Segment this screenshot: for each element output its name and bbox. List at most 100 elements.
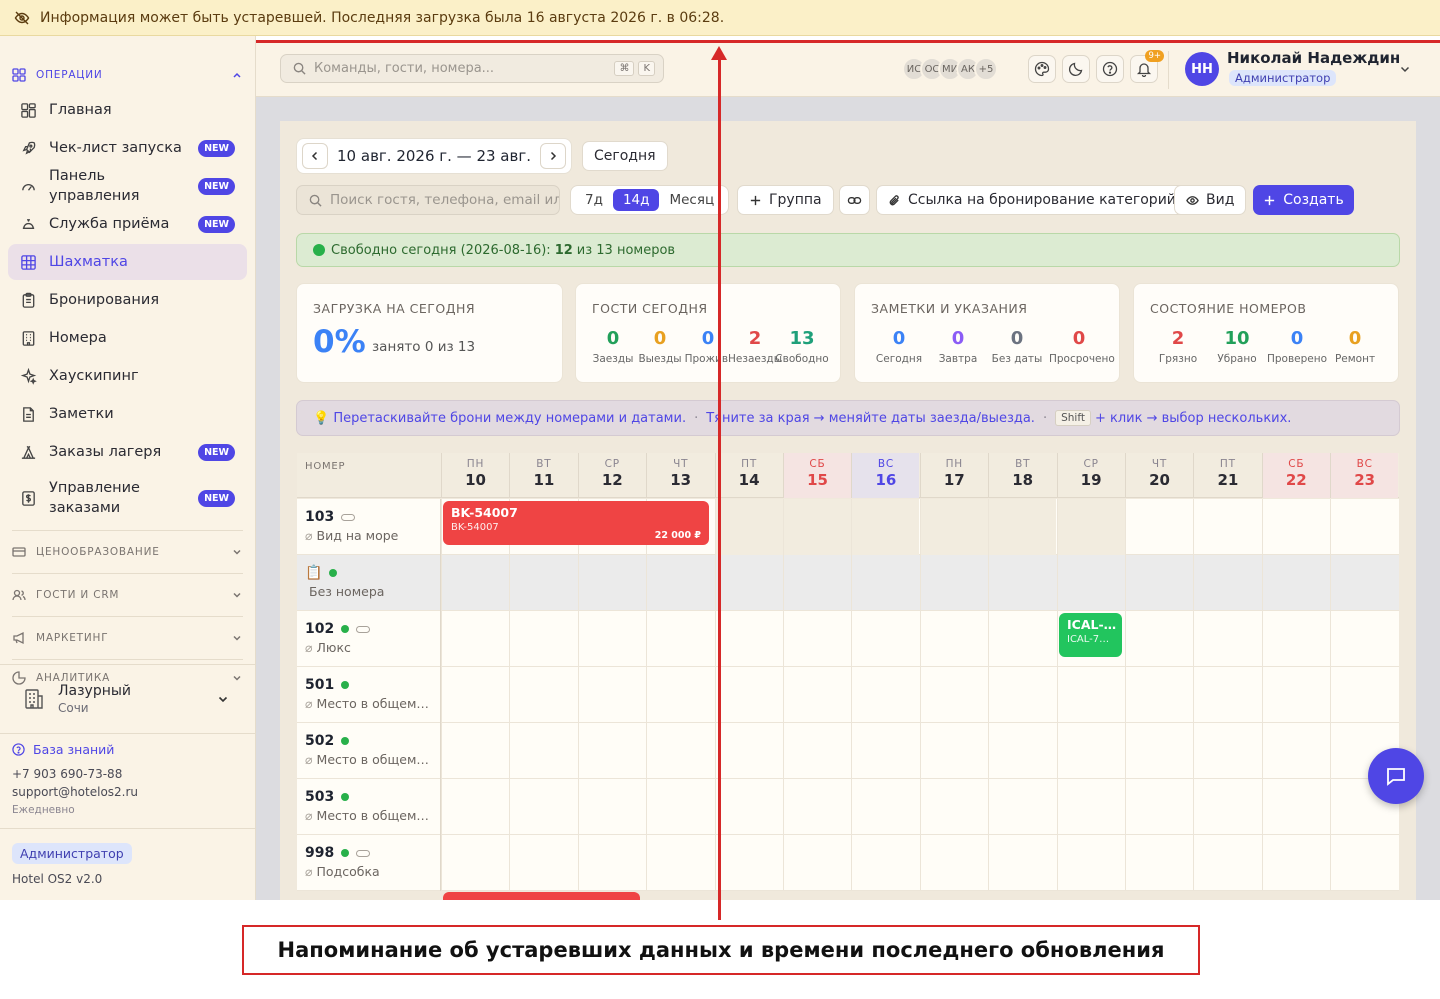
- chevron-down-icon[interactable]: [1399, 63, 1411, 75]
- grid-cell[interactable]: [1261, 667, 1330, 723]
- online-users[interactable]: ИС ОС МИ АК +5: [902, 57, 998, 81]
- grid-cell[interactable]: [783, 779, 851, 835]
- grid-cell[interactable]: [851, 667, 919, 723]
- grid-cell[interactable]: [509, 611, 577, 667]
- booking-bar[interactable]: BK-54007 BK-54007 22 000 ₽: [443, 501, 709, 545]
- section-guests[interactable]: ГОСТИ И CRM: [0, 580, 255, 610]
- grid-cell[interactable]: [988, 667, 1056, 723]
- booking-bar[interactable]: ICAL-… ICAL-7…: [1059, 613, 1122, 657]
- grid-cell[interactable]: [1193, 499, 1261, 555]
- group-button[interactable]: Группа: [737, 185, 834, 215]
- grid-cell[interactable]: [1193, 835, 1261, 891]
- grid-cell[interactable]: [1261, 835, 1330, 891]
- grid-cell[interactable]: [509, 555, 577, 611]
- sidebar-item[interactable]: Управление заказами NEW: [8, 472, 247, 524]
- grid-cell[interactable]: [714, 611, 783, 667]
- room-cell[interactable]: 103 ⌀ Вид на море: [297, 499, 441, 555]
- grid-cell[interactable]: [1193, 611, 1261, 667]
- grid-cell[interactable]: [988, 499, 1057, 555]
- grid-cell[interactable]: [1125, 499, 1193, 555]
- grid-cell[interactable]: [1330, 499, 1398, 555]
- section-marketing[interactable]: МАРКЕТИНГ: [0, 623, 255, 653]
- grid-cell[interactable]: [1261, 555, 1330, 611]
- grid-cell[interactable]: [851, 555, 919, 611]
- command-search-input[interactable]: Команды, гости, номера... ⌘ K: [280, 54, 664, 83]
- create-button[interactable]: Создать: [1253, 185, 1354, 215]
- hotel-switcher[interactable]: Лазурный Сочи: [0, 664, 255, 734]
- grid-cell[interactable]: [1330, 667, 1398, 723]
- grid-cell[interactable]: [783, 555, 851, 611]
- grid-cell[interactable]: [441, 555, 509, 611]
- copy-link-button[interactable]: [839, 185, 870, 215]
- grid-cell[interactable]: [509, 723, 577, 779]
- grid-cell[interactable]: [714, 779, 783, 835]
- sidebar-item[interactable]: Номера: [8, 320, 247, 356]
- grid-cell[interactable]: [1056, 723, 1125, 779]
- period-7d[interactable]: 7д: [575, 189, 613, 211]
- grid-cell[interactable]: [646, 611, 714, 667]
- sidebar-item[interactable]: Главная: [8, 92, 247, 128]
- grid-cell[interactable]: [577, 835, 646, 891]
- booking-bar[interactable]: [443, 892, 640, 900]
- grid-cell[interactable]: [851, 835, 919, 891]
- room-cell[interactable]: 998 ⌀ Подсобка: [297, 835, 441, 891]
- grid-cell[interactable]: [646, 835, 714, 891]
- grid-cell[interactable]: [577, 779, 646, 835]
- room-cell[interactable]: 503 ⌀ Место в общем …: [297, 779, 441, 835]
- section-operations[interactable]: ОПЕРАЦИИ: [0, 60, 255, 90]
- grid-cell[interactable]: [1193, 667, 1261, 723]
- category-booking-link-button[interactable]: Ссылка на бронирование категорий: [876, 185, 1188, 215]
- grid-cell[interactable]: [851, 611, 919, 667]
- grid-cell[interactable]: [509, 667, 577, 723]
- grid-cell[interactable]: [1125, 835, 1193, 891]
- grid-cell[interactable]: [509, 835, 577, 891]
- sidebar-item[interactable]: Заказы лагеря NEW: [8, 434, 247, 470]
- grid-cell[interactable]: [919, 555, 988, 611]
- grid-cell[interactable]: [988, 723, 1056, 779]
- grid-cell[interactable]: [1193, 555, 1261, 611]
- grid-cell[interactable]: [919, 667, 988, 723]
- grid-cell[interactable]: [1056, 499, 1125, 555]
- grid-cell[interactable]: [988, 611, 1056, 667]
- room-cell[interactable]: 502 ⌀ Место в общем …: [297, 723, 441, 779]
- grid-cell[interactable]: [1261, 499, 1330, 555]
- dark-mode-button[interactable]: [1062, 55, 1090, 83]
- grid-cell[interactable]: [714, 555, 783, 611]
- grid-cell[interactable]: [1330, 835, 1398, 891]
- sidebar-item[interactable]: Заметки: [8, 396, 247, 432]
- period-14d[interactable]: 14д: [612, 189, 660, 211]
- theme-palette-button[interactable]: [1028, 55, 1056, 83]
- grid-cell[interactable]: [851, 779, 919, 835]
- grid-cell[interactable]: [1056, 835, 1125, 891]
- knowledge-base-link[interactable]: База знаний: [12, 742, 244, 757]
- grid-cell[interactable]: [577, 555, 646, 611]
- grid-cell[interactable]: [441, 611, 509, 667]
- sidebar-item[interactable]: Панель управления NEW: [8, 168, 247, 204]
- grid-cell[interactable]: [714, 499, 783, 555]
- grid-cell[interactable]: [509, 779, 577, 835]
- next-period-button[interactable]: [540, 143, 566, 169]
- guest-search-input[interactable]: Поиск гостя, телефона, email или: [296, 185, 560, 215]
- prev-period-button[interactable]: [302, 143, 328, 169]
- help-button[interactable]: [1096, 55, 1124, 83]
- support-email[interactable]: support@hotelos2.ru: [12, 785, 244, 799]
- grid-cell[interactable]: [646, 667, 714, 723]
- grid-cell[interactable]: [441, 835, 509, 891]
- grid-cell[interactable]: [441, 723, 509, 779]
- grid-cell[interactable]: [988, 779, 1056, 835]
- grid-cell[interactable]: [988, 835, 1056, 891]
- grid-cell[interactable]: [851, 499, 920, 555]
- grid-cell[interactable]: [919, 499, 988, 555]
- grid-cell[interactable]: [1193, 723, 1261, 779]
- grid-cell[interactable]: [919, 723, 988, 779]
- grid-cell[interactable]: [919, 611, 988, 667]
- view-button[interactable]: Вид: [1174, 185, 1247, 215]
- grid-cell[interactable]: [1125, 555, 1193, 611]
- grid-cell[interactable]: [577, 723, 646, 779]
- user-name[interactable]: Николай Надеждин: [1227, 49, 1400, 67]
- grid-cell[interactable]: [1125, 667, 1193, 723]
- grid-cell[interactable]: [441, 667, 509, 723]
- grid-cell[interactable]: [714, 723, 783, 779]
- grid-cell[interactable]: [1261, 779, 1330, 835]
- notifications-button[interactable]: 9+: [1130, 50, 1164, 83]
